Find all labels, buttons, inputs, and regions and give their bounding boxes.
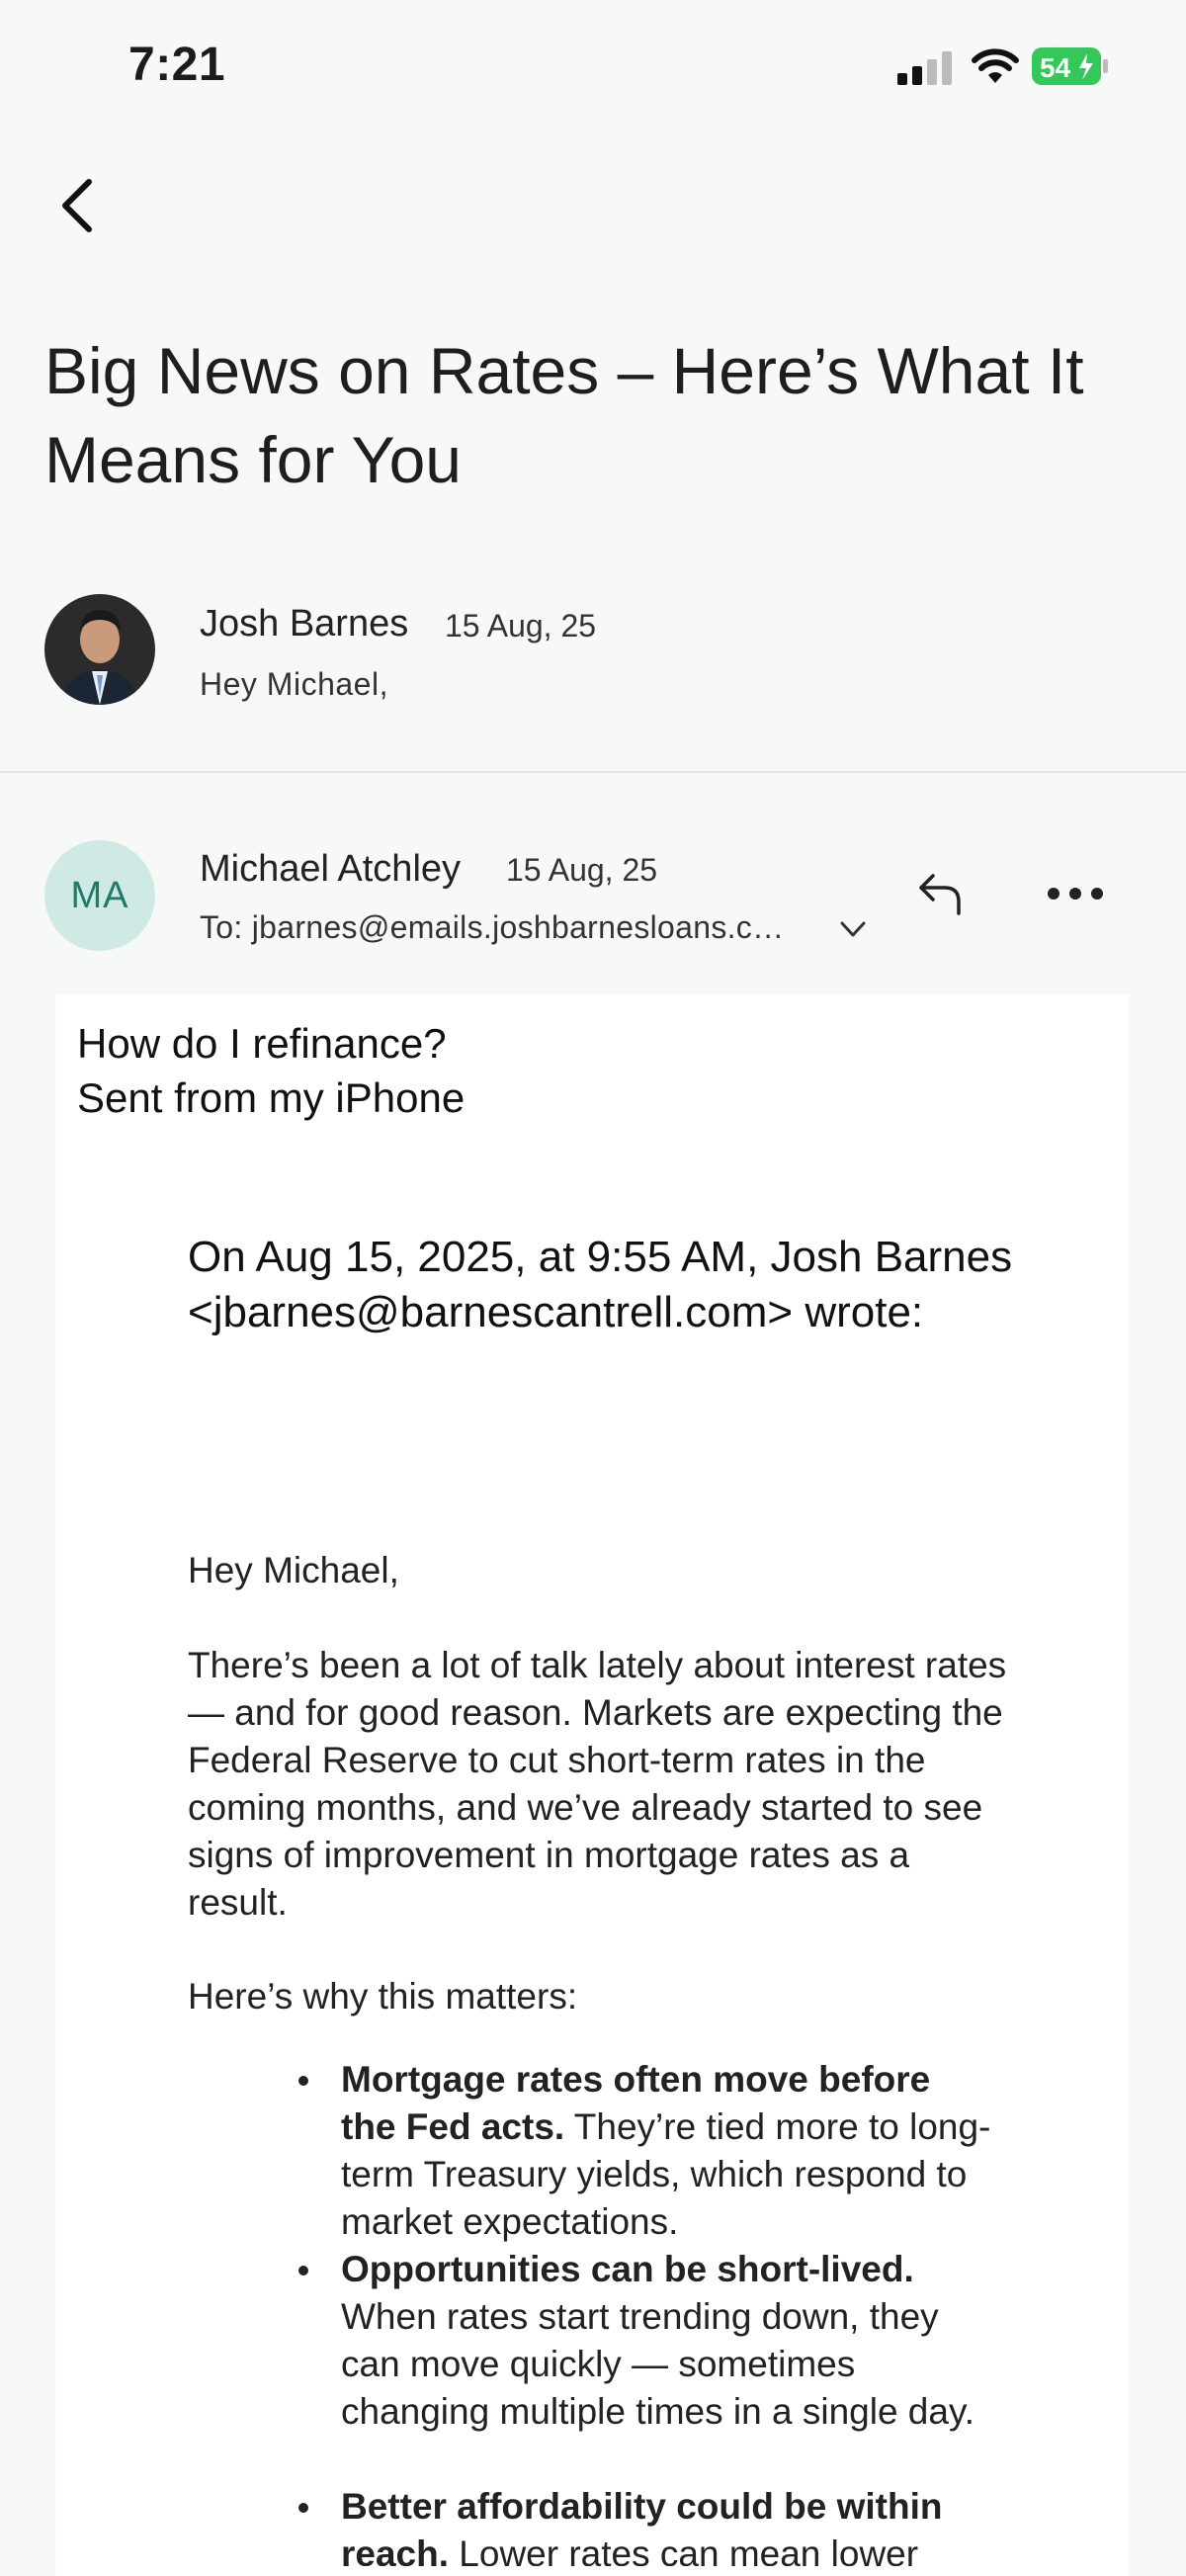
bullet-marker bbox=[298, 2266, 308, 2275]
reply-icon[interactable] bbox=[917, 872, 965, 915]
email-subject: Big News on Rates – Here’s What It Means… bbox=[44, 334, 1084, 496]
battery-level: 54 bbox=[1040, 52, 1071, 83]
message-snippet: Hey Michael, bbox=[200, 666, 388, 702]
list-item: Mortgage rates often move before the Fed… bbox=[341, 2056, 993, 2246]
greeting: Hey Michael, bbox=[188, 1550, 399, 1590]
list-item-text: Lower rates can mean lower bbox=[449, 2533, 919, 2566]
message-date: 15 Aug, 25 bbox=[445, 608, 597, 644]
bullet-marker bbox=[298, 2503, 308, 2513]
list-item: Opportunities can be short-lived. When r… bbox=[341, 2246, 993, 2436]
avatar[interactable] bbox=[44, 594, 155, 705]
recipient-line[interactable]: To: jbarnes@emails.joshbarnesloans.c… bbox=[200, 909, 784, 946]
divider bbox=[0, 771, 1186, 773]
sender-name: Josh Barnes bbox=[200, 603, 409, 644]
message-date: 15 Aug, 25 bbox=[506, 852, 658, 888]
more-horizontal-icon[interactable] bbox=[1046, 886, 1105, 902]
list-item: Better affordability could be within rea… bbox=[341, 2483, 993, 2566]
list-item-bold: Opportunities can be short-lived. bbox=[341, 2249, 914, 2289]
status-time: 7:21 bbox=[128, 39, 226, 91]
sender-name: Michael Atchley bbox=[200, 848, 462, 890]
wifi-icon bbox=[972, 48, 1019, 83]
paragraph: Here’s why this matters: bbox=[188, 1976, 578, 2017]
chevron-left-icon[interactable] bbox=[57, 176, 97, 235]
bullet-marker bbox=[298, 2076, 308, 2086]
cellular-signal-icon bbox=[897, 51, 952, 85]
chevron-down-icon[interactable] bbox=[838, 917, 868, 941]
paragraph: There’s been a lot of talk lately about … bbox=[188, 1645, 1007, 1923]
avatar[interactable]: MA bbox=[44, 840, 155, 951]
battery-icon: 54 bbox=[1032, 45, 1109, 87]
body-text: How do I refinance? bbox=[77, 1020, 447, 1067]
quote-header: On Aug 15, 2025, at 9:55 AM, Josh Barnes… bbox=[188, 1233, 1013, 1336]
body-signature: Sent from my iPhone bbox=[77, 1074, 466, 1121]
list-item-text: When rates start trending down, they can… bbox=[341, 2296, 974, 2432]
